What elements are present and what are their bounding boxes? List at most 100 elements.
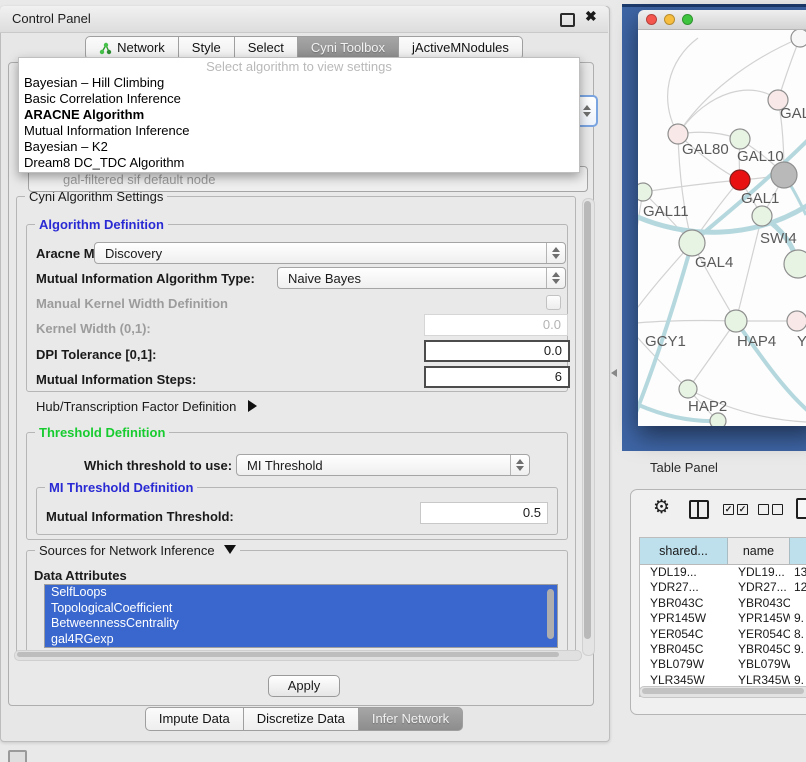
table-header-row: shared...name bbox=[640, 538, 806, 565]
horizontal-scrollbar[interactable] bbox=[14, 650, 582, 661]
mi-type-value: Naive Bayes bbox=[288, 271, 361, 286]
tab-label: jActiveMNodules bbox=[412, 38, 509, 58]
mi-type-combo[interactable]: Naive Bayes bbox=[277, 267, 566, 289]
minimized-panel-icon[interactable] bbox=[8, 750, 27, 762]
algorithm-option[interactable]: Basic Correlation Inference bbox=[19, 91, 579, 107]
network-node-hap2[interactable] bbox=[679, 380, 697, 398]
collapse-arrow-icon[interactable] bbox=[224, 545, 236, 554]
algorithm-option[interactable]: Bayesian – Hill Climbing bbox=[19, 75, 579, 91]
table-row[interactable]: YER054CYER054C8. bbox=[640, 627, 806, 642]
mi-steps-label: Mutual Information Steps: bbox=[36, 372, 196, 387]
tab-infer-network[interactable]: Infer Network bbox=[359, 707, 463, 731]
apply-button[interactable]: Apply bbox=[268, 675, 340, 697]
algorithm-option[interactable]: Dream8 DC_TDC Algorithm bbox=[19, 155, 579, 171]
which-threshold-value: MI Threshold bbox=[247, 458, 323, 473]
network-node-label: HAP2 bbox=[688, 398, 727, 415]
network-node[interactable] bbox=[784, 250, 806, 278]
select-all-icon[interactable]: ✓✓ bbox=[723, 504, 748, 515]
network-canvas[interactable]: GAL2GAL80GAL10GAL1GAL11SWI4GAL4GCY1HAP4Y… bbox=[638, 30, 806, 426]
table-cell: YER054C bbox=[640, 627, 728, 642]
column-header-partial[interactable] bbox=[790, 538, 806, 564]
hub-definition-toggle[interactable]: Hub/Transcription Factor Definition bbox=[36, 399, 257, 414]
network-node[interactable] bbox=[791, 30, 806, 47]
list-scrollbar-thumb[interactable] bbox=[547, 589, 554, 639]
network-node-label: GAL1 bbox=[741, 190, 779, 207]
network-node-gal11[interactable] bbox=[638, 183, 652, 201]
network-edge[interactable] bbox=[688, 321, 736, 389]
tab-label: Select bbox=[248, 38, 284, 58]
zoom-button[interactable] bbox=[682, 14, 693, 25]
tab-impute-data[interactable]: Impute Data bbox=[145, 707, 244, 731]
column-view-icon[interactable] bbox=[689, 500, 709, 519]
network-node-gal10[interactable] bbox=[730, 129, 750, 149]
network-edge[interactable] bbox=[678, 90, 778, 134]
network-node-label: GAL4 bbox=[695, 254, 733, 271]
network-node[interactable] bbox=[771, 162, 797, 188]
manual-kernel-label: Manual Kernel Width Definition bbox=[36, 296, 228, 311]
attribute-item[interactable]: SelfLoops bbox=[45, 585, 557, 601]
network-node-label: GCY1 bbox=[645, 333, 686, 350]
vertical-scrollbar[interactable] bbox=[582, 198, 595, 656]
tab-label: Infer Network bbox=[372, 709, 449, 729]
manual-kernel-checkbox[interactable] bbox=[546, 295, 561, 310]
network-node-gal1[interactable] bbox=[730, 170, 750, 190]
kernel-width-input[interactable]: 0.0 bbox=[424, 314, 568, 336]
table-row[interactable]: YPR145WYPR145W9. bbox=[640, 611, 806, 626]
dpi-tolerance-input[interactable]: 0.0 bbox=[424, 340, 570, 362]
network-edge[interactable] bbox=[643, 180, 740, 192]
aracne-mode-combo[interactable]: Discovery bbox=[94, 242, 566, 264]
mi-type-label: Mutual Information Algorithm Type: bbox=[36, 271, 255, 286]
attribute-item[interactable]: gal4RGexp bbox=[45, 632, 557, 648]
network-node-swi4[interactable] bbox=[752, 206, 772, 226]
mi-threshold-input[interactable]: 0.5 bbox=[420, 502, 548, 524]
algorithm-option[interactable]: ARACNE Algorithm bbox=[19, 107, 579, 123]
network-edge[interactable] bbox=[638, 320, 736, 324]
algorithm-option[interactable]: Bayesian – K2 bbox=[19, 139, 579, 155]
network-window-titlebar[interactable] bbox=[638, 10, 806, 30]
attribute-item[interactable]: BetweennessCentrality bbox=[45, 616, 557, 632]
which-threshold-combo[interactable]: MI Threshold bbox=[236, 454, 530, 476]
tab-label: Style bbox=[192, 38, 221, 58]
mi-steps-input[interactable]: 6 bbox=[424, 366, 570, 388]
table-cell bbox=[790, 596, 806, 611]
network-node-hap4[interactable] bbox=[725, 310, 747, 332]
panel-divider-arrow-icon[interactable] bbox=[611, 369, 617, 377]
close-panel-icon[interactable]: ✖ bbox=[585, 8, 597, 25]
table-cell: YDR27... bbox=[640, 580, 728, 595]
table-cell: YBR045C bbox=[728, 642, 790, 657]
column-header-name[interactable]: name bbox=[728, 538, 790, 564]
tab-label: Impute Data bbox=[159, 709, 230, 729]
control-panel-titlebar[interactable] bbox=[0, 6, 608, 33]
table-row[interactable]: YDL19...YDL19...13 bbox=[640, 565, 806, 580]
network-node[interactable] bbox=[710, 413, 726, 426]
column-header-shared[interactable]: shared... bbox=[640, 538, 728, 564]
close-button[interactable] bbox=[646, 14, 657, 25]
data-attributes-list[interactable]: SelfLoopsTopologicalCoefficientBetweenne… bbox=[44, 584, 558, 648]
algorithm-list: Bayesian – Hill ClimbingBasic Correlatio… bbox=[19, 75, 579, 171]
network-node-gal4[interactable] bbox=[679, 230, 705, 256]
network-selector-value: gal-filtered sif default node bbox=[39, 172, 215, 187]
which-threshold-label: Which threshold to use: bbox=[84, 458, 232, 473]
table-cell: YPR145W bbox=[640, 611, 728, 626]
dpi-tolerance-label: DPI Tolerance [0,1]: bbox=[36, 347, 156, 362]
network-node-y[interactable] bbox=[787, 311, 806, 331]
minimize-button[interactable] bbox=[664, 14, 675, 25]
network-edge[interactable] bbox=[668, 38, 698, 134]
network-node-label: GAL11 bbox=[643, 203, 689, 220]
table-row[interactable]: YBL079WYBL079W bbox=[640, 657, 806, 672]
deselect-all-icon[interactable] bbox=[758, 504, 783, 515]
algorithm-placeholder: Select algorithm to view settings bbox=[19, 58, 579, 75]
table-row[interactable]: YBR043CYBR043C bbox=[640, 596, 806, 611]
table-horizontal-scrollbar[interactable] bbox=[639, 686, 806, 698]
attribute-item[interactable]: TopologicalCoefficient bbox=[45, 601, 557, 617]
network-node-label: GAL2 bbox=[780, 105, 806, 122]
table-row[interactable]: YDR27...YDR27...12 bbox=[640, 580, 806, 595]
mi-threshold-definition-title: MI Threshold Definition bbox=[45, 480, 197, 495]
network-edge[interactable] bbox=[638, 243, 692, 324]
tab-discretize-data[interactable]: Discretize Data bbox=[244, 707, 359, 731]
float-panel-icon[interactable] bbox=[560, 13, 575, 27]
new-table-icon[interactable] bbox=[796, 498, 806, 519]
algorithm-option[interactable]: Mutual Information Inference bbox=[19, 123, 579, 139]
table-row[interactable]: YBR045CYBR045C9. bbox=[640, 642, 806, 657]
gear-icon[interactable]: ⚙ bbox=[653, 498, 670, 517]
